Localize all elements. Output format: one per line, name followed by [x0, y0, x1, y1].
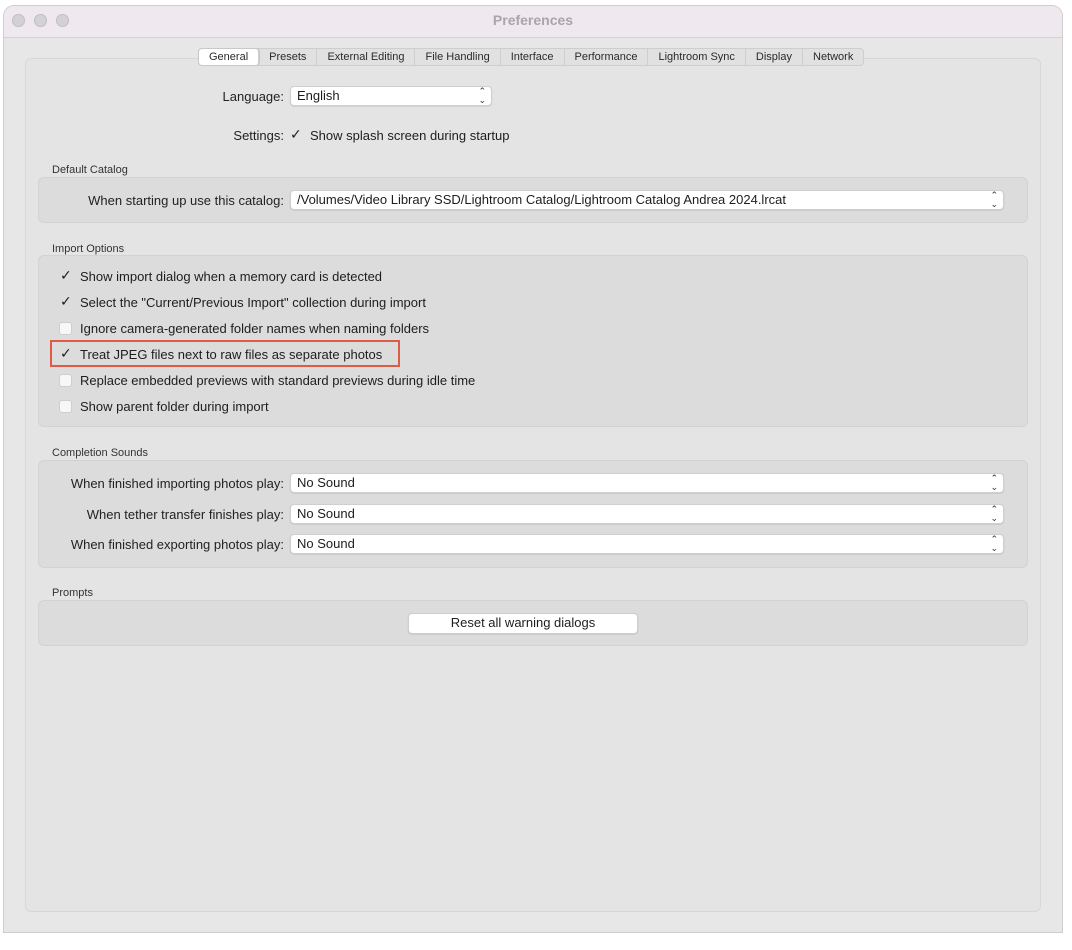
tab-network[interactable]: Network — [803, 49, 863, 65]
splash-screen-checkbox-row[interactable]: Show splash screen during startup — [289, 126, 509, 144]
default-catalog-section-title: Default Catalog — [52, 164, 128, 176]
import-option-row[interactable]: Select the "Current/Previous Import" col… — [59, 293, 426, 311]
import-option-label: Ignore camera-generated folder names whe… — [80, 320, 430, 336]
import-option-row[interactable]: Ignore camera-generated folder names whe… — [59, 319, 429, 337]
highlight-box — [50, 340, 400, 367]
reset-warning-dialogs-button[interactable]: Reset all warning dialogs — [408, 613, 638, 634]
prompts-section-title: Prompts — [52, 587, 93, 599]
import-option-checkbox[interactable] — [59, 293, 72, 310]
import-options-section-title: Import Options — [52, 243, 125, 255]
import-option-checkbox[interactable] — [59, 321, 72, 335]
title-bar: Preferences — [4, 6, 1062, 38]
import-option-label: Replace embedded previews with standard … — [80, 372, 476, 388]
import-option-row[interactable]: Show parent folder during import — [59, 397, 269, 415]
chevron-updown-icon: ⌃ ⌄ — [990, 473, 998, 492]
import-sound-label: When finished importing photos play: — [70, 476, 284, 491]
import-option-checkbox[interactable] — [59, 267, 72, 284]
import-option-checkbox[interactable] — [59, 373, 72, 387]
language-select[interactable]: English ⌃ ⌄ — [290, 86, 492, 106]
import-option-row[interactable]: Replace embedded previews with standard … — [59, 371, 475, 389]
catalog-label: When starting up use this catalog: — [88, 193, 284, 208]
import-sound-select[interactable]: No Sound ⌃ ⌄ — [290, 473, 1004, 493]
tab-performance[interactable]: Performance — [565, 49, 649, 65]
chevron-updown-icon: ⌃ ⌄ — [990, 190, 998, 209]
window-title: Preferences — [492, 12, 574, 28]
import-option-label: Show import dialog when a memory card is… — [80, 268, 383, 284]
export-sound-label: When finished exporting photos play: — [70, 537, 284, 552]
chevron-updown-icon: ⌃ ⌄ — [990, 504, 998, 523]
splash-screen-checkbox[interactable] — [289, 126, 302, 143]
tether-sound-select[interactable]: No Sound ⌃ ⌄ — [290, 504, 1004, 524]
catalog-select-value: /Volumes/Video Library SSD/Lightroom Cat… — [297, 192, 786, 207]
tether-sound-label: When tether transfer finishes play: — [86, 507, 284, 522]
preferences-window: Preferences General Presets External Edi… — [4, 6, 1062, 932]
export-sound-select-value: No Sound — [297, 536, 355, 551]
import-option-checkbox[interactable] — [59, 399, 72, 413]
splash-screen-label: Show splash screen during startup — [310, 127, 510, 143]
language-select-value: English — [297, 88, 340, 103]
settings-label: Settings: — [233, 128, 284, 143]
import-option-label: Show parent folder during import — [80, 398, 269, 414]
catalog-select[interactable]: /Volumes/Video Library SSD/Lightroom Cat… — [290, 190, 1004, 210]
import-option-label: Select the "Current/Previous Import" col… — [80, 294, 426, 310]
chevron-updown-icon: ⌃ ⌄ — [478, 86, 486, 105]
chevron-updown-icon: ⌃ ⌄ — [990, 534, 998, 553]
preferences-tab-bar: General Presets External Editing File Ha… — [198, 48, 865, 66]
tab-general[interactable]: General — [199, 49, 260, 65]
import-sound-select-value: No Sound — [297, 475, 355, 490]
tab-lightroom-sync[interactable]: Lightroom Sync — [648, 49, 746, 65]
tab-display[interactable]: Display — [746, 49, 803, 65]
tab-interface[interactable]: Interface — [501, 49, 565, 65]
tether-sound-select-value: No Sound — [297, 506, 355, 521]
import-option-row[interactable]: Show import dialog when a memory card is… — [59, 267, 382, 285]
language-label: Language: — [222, 89, 284, 104]
tab-file-handling[interactable]: File Handling — [415, 49, 501, 65]
tab-external-editing[interactable]: External Editing — [317, 49, 416, 65]
tab-presets[interactable]: Presets — [259, 49, 318, 65]
export-sound-select[interactable]: No Sound ⌃ ⌄ — [290, 534, 1004, 554]
completion-sounds-section-title: Completion Sounds — [52, 447, 149, 459]
